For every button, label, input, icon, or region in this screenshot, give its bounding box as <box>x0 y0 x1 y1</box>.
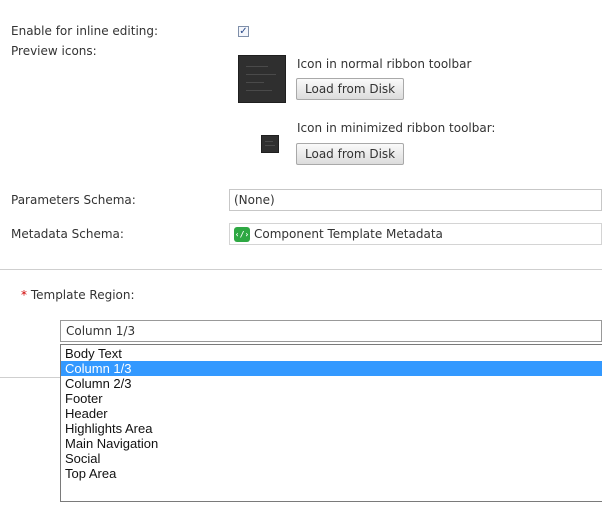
parameters-schema-value: (None) <box>234 193 275 207</box>
ribbon-small-preview-icon <box>261 135 279 153</box>
parameters-schema-field[interactable]: (None) <box>229 189 602 211</box>
template-region-label-group: * Template Region: <box>21 288 135 302</box>
option-body-text[interactable]: Body Text <box>61 346 602 361</box>
ribbon-large-preview-icon <box>238 55 286 103</box>
schema-icon: ‹/› <box>234 226 250 242</box>
dropdown-backdrop-line <box>0 377 60 378</box>
check-icon: ✓ <box>239 25 248 37</box>
normal-load-from-disk-button[interactable]: Load from Disk <box>296 78 405 100</box>
option-highlights-area[interactable]: Highlights Area <box>61 421 602 436</box>
template-region-label: Template Region: <box>30 288 135 302</box>
normal-icon-label: Icon in normal ribbon toolbar <box>297 57 472 71</box>
required-marker: * <box>21 288 27 302</box>
option-column-1-3[interactable]: Column 1/3 <box>61 361 602 376</box>
metadata-schema-value: Component Template Metadata <box>254 227 443 241</box>
option-footer[interactable]: Footer <box>61 391 602 406</box>
option-header[interactable]: Header <box>61 406 602 421</box>
preview-icons-label: Preview icons: <box>11 44 97 58</box>
template-region-options: Body Text Column 1/3 Column 2/3 Footer H… <box>60 344 602 502</box>
minimized-icon-label: Icon in minimized ribbon toolbar: <box>297 121 496 135</box>
parameters-schema-label: Parameters Schema: <box>11 193 136 207</box>
metadata-schema-field[interactable]: ‹/› Component Template Metadata <box>229 223 602 245</box>
inline-editing-checkbox[interactable]: ✓ <box>238 26 249 37</box>
template-region-selected-value: Column 1/3 <box>66 324 136 338</box>
option-social[interactable]: Social <box>61 451 602 466</box>
option-column-2-3[interactable]: Column 2/3 <box>61 376 602 391</box>
section-divider <box>0 269 602 270</box>
inline-editing-label: Enable for inline editing: <box>11 24 159 38</box>
option-top-area[interactable]: Top Area <box>61 466 602 481</box>
minimized-load-from-disk-button[interactable]: Load from Disk <box>296 143 405 165</box>
template-region-select[interactable]: Column 1/3 <box>60 320 602 342</box>
metadata-schema-label: Metadata Schema: <box>11 227 124 241</box>
option-main-navigation[interactable]: Main Navigation <box>61 436 602 451</box>
